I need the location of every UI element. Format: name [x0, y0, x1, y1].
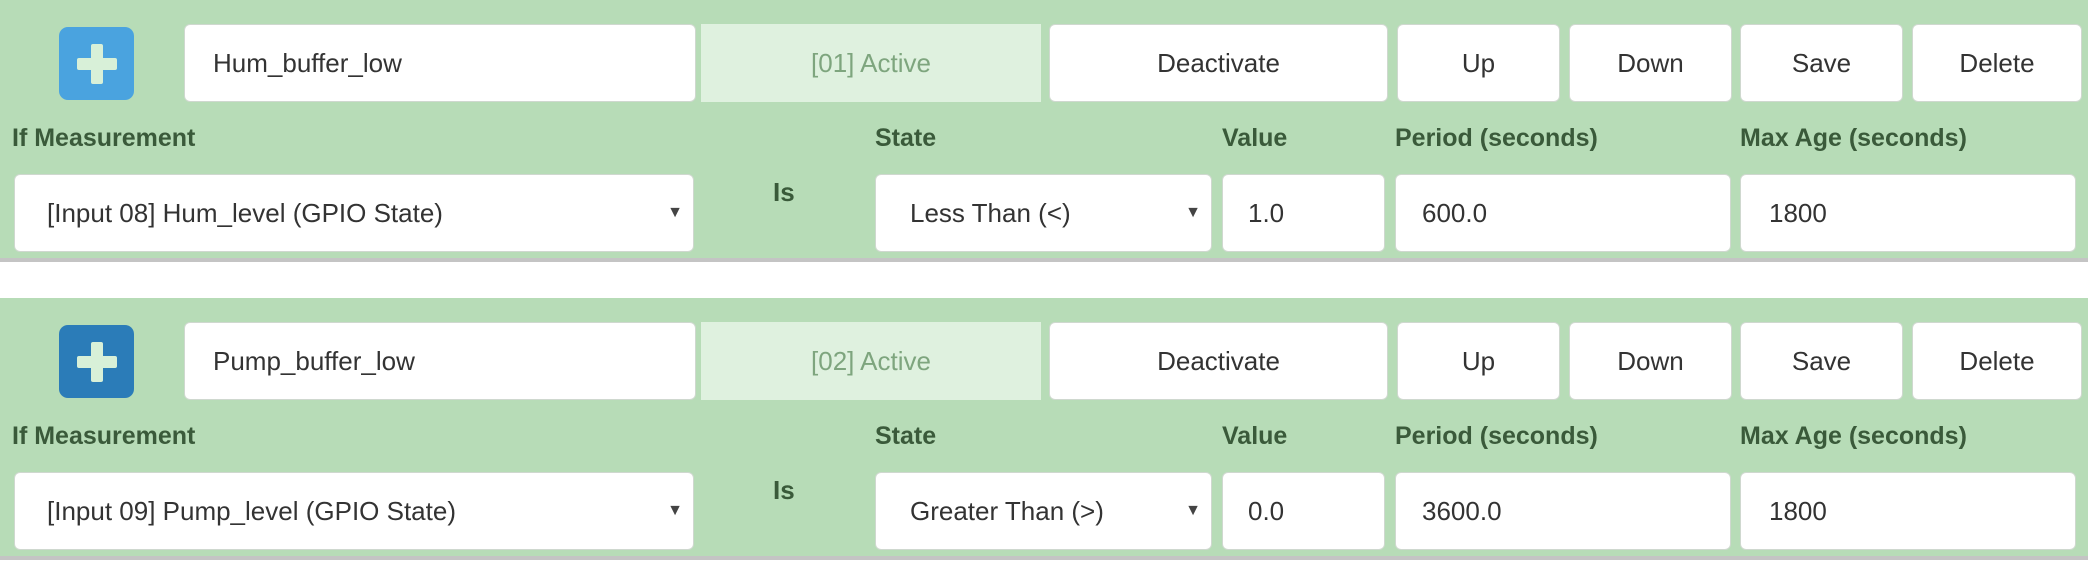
caret-down-icon: ▼ [667, 502, 683, 519]
measurement-select-value: [Input 09] Pump_level (GPIO State) [47, 495, 456, 526]
period-input[interactable]: 3600.0 [1395, 472, 1731, 550]
value-label: Value [1222, 124, 1288, 152]
save-button[interactable]: Save [1740, 24, 1903, 102]
value-input[interactable]: 0.0 [1222, 472, 1385, 550]
measurement-select[interactable]: [Input 09] Pump_level (GPIO State) ▼ [14, 472, 694, 550]
measurement-select[interactable]: [Input 08] Hum_level (GPIO State) ▼ [14, 174, 694, 252]
down-button[interactable]: Down [1569, 24, 1732, 102]
is-label: Is [773, 475, 795, 505]
up-button[interactable]: Up [1397, 24, 1560, 102]
max-age-input[interactable]: 1800 [1740, 174, 2076, 252]
caret-down-icon: ▼ [667, 204, 683, 221]
period-input[interactable]: 600.0 [1395, 174, 1731, 252]
delete-button[interactable]: Delete [1912, 322, 2082, 400]
measurement-select-value: [Input 08] Hum_level (GPIO State) [47, 197, 443, 228]
condition-panel: Pump_buffer_low [02] Active Deactivate U… [0, 298, 2088, 560]
deactivate-button[interactable]: Deactivate [1049, 322, 1388, 400]
value-input[interactable]: 1.0 [1222, 174, 1385, 252]
measurement-label: If Measurement [12, 422, 196, 450]
caret-down-icon: ▼ [1185, 204, 1201, 221]
state-select[interactable]: Greater Than (>) ▼ [875, 472, 1212, 550]
condition-name-input[interactable]: Pump_buffer_low [184, 322, 696, 400]
period-label: Period (seconds) [1395, 422, 1598, 450]
state-select-value: Less Than (<) [910, 197, 1071, 228]
status-badge: [02] Active [701, 322, 1041, 400]
status-badge: [01] Active [701, 24, 1041, 102]
measurement-label: If Measurement [12, 124, 196, 152]
max-age-input[interactable]: 1800 [1740, 472, 2076, 550]
caret-down-icon: ▼ [1185, 502, 1201, 519]
state-select-value: Greater Than (>) [910, 495, 1104, 526]
add-button[interactable] [59, 27, 134, 100]
save-button[interactable]: Save [1740, 322, 1903, 400]
condition-name-input[interactable]: Hum_buffer_low [184, 24, 696, 102]
plus-icon [76, 341, 117, 382]
down-button[interactable]: Down [1569, 322, 1732, 400]
value-label: Value [1222, 422, 1288, 450]
max-age-label: Max Age (seconds) [1740, 124, 1967, 152]
max-age-label: Max Age (seconds) [1740, 422, 1967, 450]
plus-icon [76, 43, 117, 84]
period-label: Period (seconds) [1395, 124, 1598, 152]
up-button[interactable]: Up [1397, 322, 1560, 400]
state-label: State [875, 422, 937, 450]
condition-panel: Hum_buffer_low [01] Active Deactivate Up… [0, 0, 2088, 262]
deactivate-button[interactable]: Deactivate [1049, 24, 1388, 102]
state-select[interactable]: Less Than (<) ▼ [875, 174, 1212, 252]
state-label: State [875, 124, 937, 152]
is-label: Is [773, 177, 795, 207]
add-button[interactable] [59, 325, 134, 398]
delete-button[interactable]: Delete [1912, 24, 2082, 102]
